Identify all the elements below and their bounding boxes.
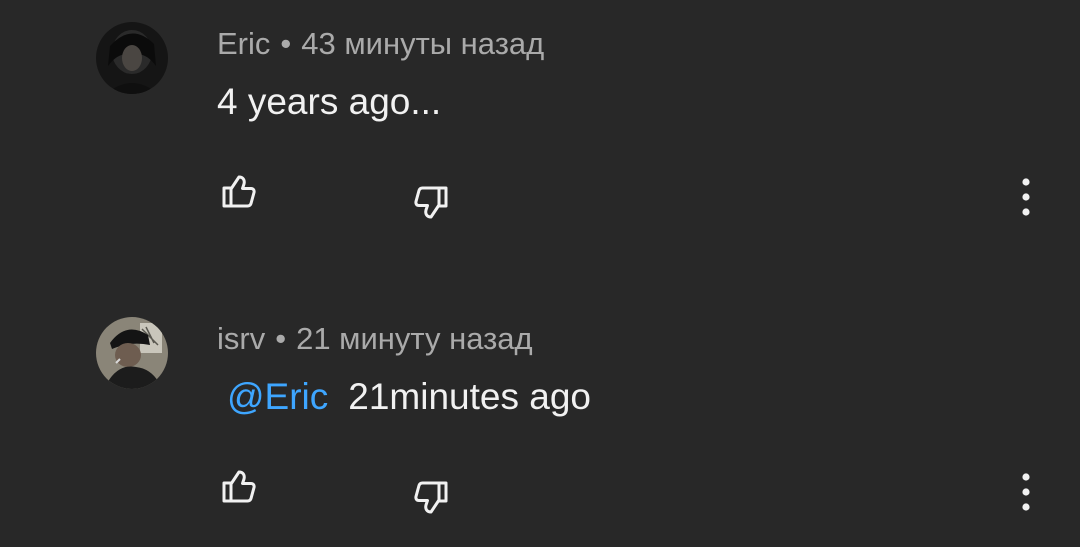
comment-meta: Eric • 43 минуты назад [217,24,544,64]
like-button[interactable] [214,463,262,511]
comment-text: 4 years ago... [217,80,441,124]
vertical-dots-icon [1022,178,1030,216]
thumb-down-outline-icon [414,481,448,514]
comment-timestamp[interactable]: 43 минуты назад [301,26,544,61]
more-options-button[interactable] [1002,173,1050,221]
comment-author[interactable]: isrv [217,321,265,356]
user-avatar-icon [96,22,168,94]
comment-text: @Eric 21minutes ago [217,375,591,419]
comment-timestamp[interactable]: 21 минуту назад [296,321,533,356]
thumb-up-outline-icon [222,470,256,503]
comment-author[interactable]: Eric [217,26,270,61]
meta-separator: • [280,26,292,61]
avatar[interactable] [96,317,168,389]
meta-separator: • [275,321,287,356]
mention-link[interactable]: @Eric [227,376,328,417]
comment-text-content: 21minutes ago [348,376,592,417]
comments-list: Eric • 43 минуты назад 4 years ago... is… [0,0,1080,547]
dislike-button[interactable] [408,178,456,226]
user-avatar-icon [96,317,168,389]
vertical-dots-icon [1022,473,1030,511]
comment-item: Eric • 43 минуты назад 4 years ago... [0,0,1080,260]
thumb-up-outline-icon [222,175,256,208]
more-options-button[interactable] [1002,468,1050,516]
comment-text-content: 4 years ago... [217,81,442,122]
dislike-button[interactable] [408,473,456,521]
comment-item: isrv • 21 минуту назад @Eric 21minutes ago [0,295,1080,547]
avatar[interactable] [96,22,168,94]
thumb-down-outline-icon [414,186,448,219]
like-button[interactable] [214,168,262,216]
comment-meta: isrv • 21 минуту назад [217,319,533,359]
